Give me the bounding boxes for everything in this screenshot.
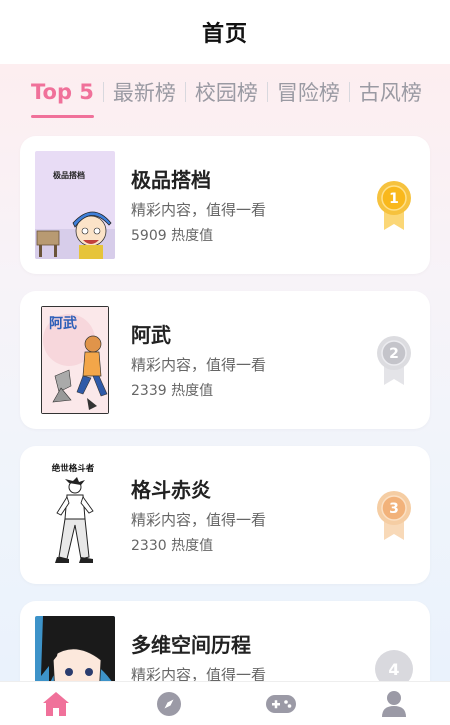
- tab-newest[interactable]: 最新榜: [104, 64, 185, 120]
- user-icon: [381, 690, 406, 717]
- book-desc: 精彩内容，值得一看: [131, 201, 267, 219]
- book-title: 格斗赤炎: [131, 478, 211, 502]
- book-card[interactable]: 极品搭档 极品搭档 精彩内容，值得一看 5909 热度值 1: [20, 136, 430, 274]
- main-content[interactable]: Top 5 最新榜 校园榜 冒险榜 古风榜 极品搭档 极品搭档 精彩内容，值得一…: [0, 64, 450, 681]
- book-info: 格斗赤炎 精彩内容，值得一看 2330 热度值: [131, 476, 266, 556]
- rank-medal-gold: 1: [376, 180, 412, 232]
- tab-ancient[interactable]: 古风榜: [350, 64, 431, 120]
- page-title: 首页: [201, 22, 248, 47]
- book-desc: 精彩内容，值得一看: [131, 666, 267, 681]
- header: 首页: [0, 0, 450, 64]
- cover-title: 阿武: [49, 315, 77, 332]
- book-desc: 精彩内容，值得一看: [131, 511, 267, 529]
- tab-adventure[interactable]: 冒险榜: [268, 64, 349, 120]
- book-desc: 精彩内容，值得一看: [131, 356, 267, 374]
- tab-top5[interactable]: Top 5: [22, 64, 103, 120]
- rank-medal-bronze: 3: [376, 490, 412, 542]
- book-hot: 2339 热度值: [131, 383, 214, 399]
- cover-title: 绝世格斗者: [52, 463, 95, 474]
- cover-title: 极品搭档: [53, 170, 85, 180]
- nav-discover[interactable]: [149, 684, 189, 724]
- rank-medal-plain: 4: [374, 649, 414, 681]
- nav-home[interactable]: [36, 684, 76, 724]
- book-title: 多维空间历程: [131, 633, 251, 657]
- bottom-nav: [0, 681, 450, 725]
- book-info: 阿武 精彩内容，值得一看 2339 热度值: [131, 321, 266, 401]
- book-hot: 5909 热度值: [131, 228, 214, 244]
- ranking-list: 极品搭档 极品搭档 精彩内容，值得一看 5909 热度值 1 阿武 阿武 精彩内…: [20, 136, 430, 681]
- book-info: 极品搭档 精彩内容，值得一看 5909 热度值: [131, 166, 266, 246]
- book-title: 阿武: [131, 323, 171, 347]
- home-icon: [43, 691, 70, 716]
- tab-campus[interactable]: 校园榜: [186, 64, 267, 120]
- book-cover: 绝世格斗者: [35, 461, 115, 569]
- rank-number: 3: [389, 501, 399, 517]
- book-hot: 2330 热度值: [131, 538, 214, 554]
- tab-bar: Top 5 最新榜 校园榜 冒险榜 古风榜: [0, 64, 450, 120]
- rank-medal-silver: 2: [376, 335, 412, 387]
- book-title: 极品搭档: [131, 168, 211, 192]
- gamepad-icon: [266, 694, 297, 713]
- book-cover: 阿武: [41, 306, 109, 414]
- book-cover: 极品搭档: [35, 151, 115, 259]
- book-card[interactable]: 绝世格斗者 格斗赤炎 精彩内容，值得一看 2330 热度值 3: [20, 446, 430, 584]
- book-cover: [35, 616, 115, 681]
- rank-number: 4: [388, 660, 399, 679]
- nav-games[interactable]: [261, 684, 301, 724]
- nav-profile[interactable]: [374, 684, 414, 724]
- book-info: 多维空间历程 精彩内容，值得一看: [131, 631, 266, 681]
- rank-number: 2: [389, 346, 399, 362]
- rank-number: 1: [389, 191, 399, 207]
- book-card[interactable]: 阿武 阿武 精彩内容，值得一看 2339 热度值 2: [20, 291, 430, 429]
- compass-icon: [156, 691, 181, 716]
- book-card[interactable]: 多维空间历程 精彩内容，值得一看 4: [20, 601, 430, 681]
